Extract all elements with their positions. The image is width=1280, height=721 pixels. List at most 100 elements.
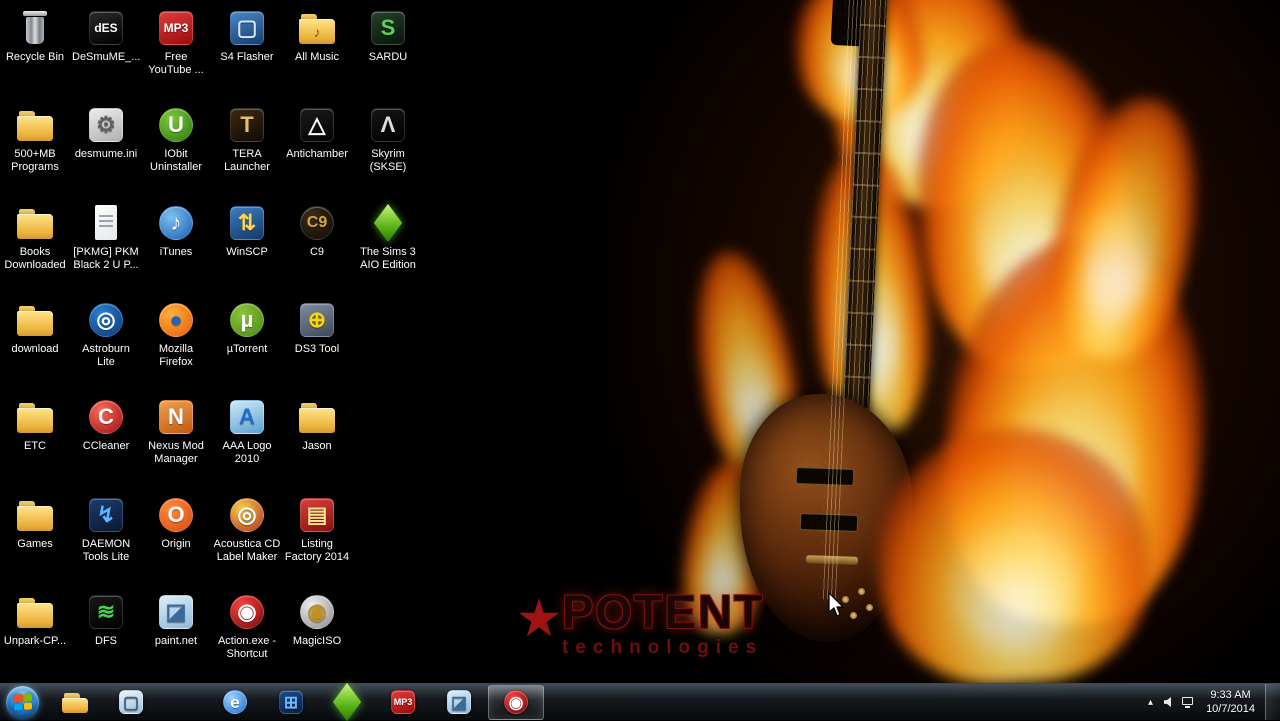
desktop-icon-ccleaner[interactable]: C CCleaner [72, 397, 140, 453]
tile-ic: ⊕ [300, 303, 334, 337]
desktop-icon-c9[interactable]: C9 C9 [283, 203, 351, 259]
internet-explorer-glyph: e [230, 694, 239, 711]
desktop-icon-free-youtube[interactable]: MP3Free YouTube ... [142, 8, 210, 77]
desktop-icon-paint-net[interactable]: ◪paint.net [142, 592, 210, 648]
taskbar-item-sims3[interactable] [320, 686, 374, 719]
icon-label: C9 [283, 246, 351, 259]
desktop-icon-origin[interactable]: OOrigin [142, 495, 210, 551]
iobit-uninstaller-icon: U [156, 105, 196, 145]
desktop-icon-500mb-programs[interactable]: 500+MB Programs [1, 105, 69, 174]
tile-ic: ↯ [89, 498, 123, 532]
desktop-icon-mozilla-firefox[interactable]: ● Mozilla Firefox [142, 300, 210, 369]
desktop-icon-astroburn-lite[interactable]: ◎Astroburn Lite [72, 300, 140, 369]
desktop-icon-iobit-uninstaller[interactable]: UIObit Uninstaller [142, 105, 210, 174]
mozilla-firefox-glyph: ● [169, 309, 182, 331]
c9-glyph: C9 [307, 215, 327, 231]
f-glyph: ♪ [297, 24, 337, 40]
skyrim-skse-glyph: Λ [381, 114, 396, 136]
desktop-icon-unpark-cp[interactable]: Unpark-CP... [1, 592, 69, 648]
mozilla-firefox-icon: ● [156, 300, 196, 340]
desktop-icon-skyrim-skse[interactable]: ΛSkyrim (SKSE) [354, 105, 422, 174]
clock-time: 9:33 AM [1206, 688, 1255, 702]
ds3-tool-icon: ⊕ [297, 300, 337, 340]
desktop-icon-acoustica-cd-label-maker[interactable]: ◎Acoustica CD Label Maker [213, 495, 281, 564]
sardu-glyph: S [381, 17, 396, 39]
desktop-icon-sims3-aio[interactable]: The Sims 3 AIO Edition [354, 203, 422, 272]
etc-icon [15, 397, 55, 437]
listing-factory-2014-icon: ▤ [297, 495, 337, 535]
paint-net-glyph: ◪ [451, 694, 467, 711]
c9-icon: C9 [297, 203, 337, 243]
utorrent-icon: µ [227, 300, 267, 340]
desktop-icon-desmume-ini[interactable]: ⚙desmume.ini [72, 105, 140, 161]
desktop-icon-winscp[interactable]: ⇅WinSCP [213, 203, 281, 259]
desktop-icon-pkmg-pkm[interactable]: [PKMG] PKM Black 2 U P... [72, 203, 140, 272]
tile-ic: ▤ [300, 498, 334, 532]
desktop-icon-books-downloaded[interactable]: Books Downloaded [1, 203, 69, 272]
action-glyph: ◉ [509, 694, 524, 711]
desktop-icon-tera-launcher[interactable]: T TERA Launcher [213, 105, 281, 174]
action-exe-icon: ◉ [227, 592, 267, 632]
desktop-icon-daemon-tools-lite[interactable]: ↯DAEMON Tools Lite [72, 495, 140, 564]
show-desktop-button[interactable] [1265, 684, 1280, 720]
pkmg-pkm-icon [86, 203, 126, 243]
youtube-mp3-glyph: MP3 [394, 698, 413, 707]
taskbar-clock[interactable]: 9:33 AM 10/7/2014 [1206, 688, 1255, 717]
desktop-icon-download[interactable]: download [1, 300, 69, 356]
taskbar-item-explorer[interactable] [48, 686, 102, 719]
desktop-icon-s4-flasher[interactable]: ▢S4 Flasher [213, 8, 281, 64]
round-ic: ♪ [159, 206, 193, 240]
volume-icon[interactable] [1160, 684, 1179, 720]
desktop-icon-aaa-logo-2010[interactable]: AAAA Logo 2010 [213, 397, 281, 466]
desktop-icon-antichamber[interactable]: △Antichamber [283, 105, 351, 161]
tile-ic: T [230, 108, 264, 142]
nexus-mod-manager-glyph: N [168, 406, 184, 428]
desktop-icon-ds3-tool[interactable]: ⊕DS3 Tool [283, 300, 351, 356]
desktop-icon-magiciso[interactable]: ◉MagicISO [283, 592, 351, 648]
start-button[interactable] [6, 686, 39, 719]
t-lid [23, 11, 47, 16]
icon-label: Unpark-CP... [1, 635, 69, 648]
desktop-icon-nexus-mod-manager[interactable]: NNexus Mod Manager [142, 397, 210, 466]
aaa-logo-2010-glyph: A [239, 406, 255, 428]
iobit-uninstaller-glyph: U [168, 114, 184, 136]
desktop-icon-sardu[interactable]: S SARDU [354, 8, 422, 64]
icon-label: SARDU [354, 51, 422, 64]
desktop-icon-listing-factory-2014[interactable]: ▤Listing Factory 2014 [283, 495, 351, 564]
desmume-ini-glyph: ⚙ [96, 114, 116, 136]
ccleaner-glyph: C [98, 406, 114, 428]
icon-label: ETC [1, 440, 69, 453]
tile-ic: MP3 [159, 11, 193, 45]
games-icon [15, 495, 55, 535]
taskbar-item-paint-net[interactable]: ◪ [432, 686, 486, 719]
desktop-icon-utorrent[interactable]: µµTorrent [213, 300, 281, 356]
tile-ic: ◪ [159, 595, 193, 629]
icon-label: CCleaner [72, 440, 140, 453]
taskbar-item-media-center-grid[interactable]: ⊞ [264, 686, 318, 719]
icon-label: TERA Launcher [213, 148, 281, 174]
desktop-icon-action-exe[interactable]: ◉Action.exe - Shortcut [213, 592, 281, 661]
all-music-icon: ♪ [297, 8, 337, 48]
desktop-icon-dfs[interactable]: ≋DFS [72, 592, 140, 648]
network-icon[interactable] [1179, 684, 1198, 720]
dfs-glyph: ≋ [97, 601, 115, 623]
500mb-programs-icon [15, 105, 55, 145]
taskbar-item-action[interactable]: ◉ [488, 685, 544, 720]
desktop-icon-desmume[interactable]: dESDeSmuME_... [72, 8, 140, 64]
taskbar-item-internet-explorer[interactable]: e [208, 686, 262, 719]
desktop-icon-itunes[interactable]: ♪iTunes [142, 203, 210, 259]
taskbar-item-youtube-mp3[interactable]: MP3 [376, 686, 430, 719]
icon-label: [PKMG] PKM Black 2 U P... [72, 246, 140, 272]
icon-label: MagicISO [283, 635, 351, 648]
s4-flasher-glyph: ▢ [237, 17, 258, 39]
desktop-icon-all-music[interactable]: ♪All Music [283, 8, 351, 64]
desktop-icon-recycle-bin[interactable]: Recycle Bin [1, 8, 69, 64]
tile-ic: MP3 [391, 690, 415, 714]
desktop-icon-etc[interactable]: ETC [1, 397, 69, 453]
hidden-icons-arrow-icon[interactable]: ▴ [1141, 684, 1160, 720]
desktop-icon-games[interactable]: Games [1, 495, 69, 551]
desktop-icon-jason[interactable]: Jason [283, 397, 351, 453]
taskbar-item-window-app[interactable]: ▢ [104, 686, 158, 719]
antichamber-glyph: △ [309, 114, 326, 136]
icon-label: Mozilla Firefox [142, 343, 210, 369]
